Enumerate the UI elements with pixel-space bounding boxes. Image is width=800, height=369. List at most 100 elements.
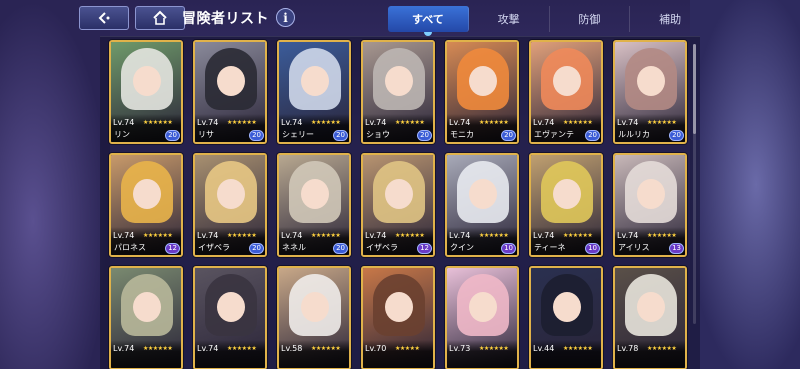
rank-badge: 12 <box>417 243 432 254</box>
character-name: リン <box>114 130 130 139</box>
character-face <box>637 292 665 322</box>
character-card[interactable]: Lv.74 ★★★★★★ ルルリカ 20 <box>613 40 687 144</box>
star-rating: ★★★★★★ <box>227 119 257 126</box>
character-face <box>385 66 413 96</box>
character-face <box>385 292 413 322</box>
character-face <box>133 292 161 322</box>
rank-badge: 20 <box>165 130 180 141</box>
character-card[interactable]: Lv.70 ★★★★★ <box>361 266 435 369</box>
star-rating: ★★★★★★ <box>563 345 593 352</box>
rank-badge: 13 <box>669 243 684 254</box>
character-name: イザベラ <box>366 243 398 252</box>
header-bar: 冒険者リスト i すべて 攻撃 防御 補助 <box>0 0 800 36</box>
character-name: アイリス <box>618 243 650 252</box>
character-card[interactable]: Lv.74 ★★★★★★ リサ 20 <box>193 40 267 144</box>
rank-badge: 20 <box>333 243 348 254</box>
character-face <box>637 179 665 209</box>
rank-badge: 10 <box>501 243 516 254</box>
character-name: ティーネ <box>534 243 566 252</box>
star-rating: ★★★★★★ <box>143 345 173 352</box>
character-face <box>469 66 497 96</box>
tab-attack[interactable]: 攻撃 <box>469 6 550 32</box>
character-face <box>637 66 665 96</box>
character-card[interactable]: Lv.44 ★★★★★★ <box>529 266 603 369</box>
filter-tabs: すべて 攻撃 防御 補助 <box>388 6 710 36</box>
rank-badge: 20 <box>585 130 600 141</box>
star-rating: ★★★★★★ <box>143 119 173 126</box>
character-card[interactable]: Lv.74 ★★★★★★ アイリス 13 <box>613 153 687 257</box>
character-name: エヴァンテ <box>534 130 574 139</box>
character-card[interactable]: Lv.74 ★★★★★★ モニカ 20 <box>445 40 519 144</box>
level-label: Lv.70 <box>365 344 387 353</box>
home-icon <box>153 10 167 25</box>
star-rating: ★★★★★★ <box>647 232 677 239</box>
character-card[interactable]: Lv.74 ★★★★★★ パロネス 12 <box>109 153 183 257</box>
rank-badge: 20 <box>249 243 264 254</box>
level-label: Lv.44 <box>533 344 555 353</box>
tab-support[interactable]: 補助 <box>630 6 710 32</box>
level-label: Lv.74 <box>113 118 135 127</box>
character-face <box>217 66 245 96</box>
info-icon[interactable]: i <box>276 8 295 27</box>
character-face <box>469 292 497 322</box>
home-button[interactable] <box>135 6 185 30</box>
character-face <box>133 66 161 96</box>
character-card[interactable]: Lv.74 ★★★★★★ エヴァンテ 20 <box>529 40 603 144</box>
character-card[interactable]: Lv.74 ★★★★★★ イザベラ 20 <box>193 153 267 257</box>
star-rating: ★★★★★★ <box>143 232 173 239</box>
back-arrow-icon <box>98 12 110 24</box>
character-card[interactable]: Lv.74 ★★★★★★ <box>109 266 183 369</box>
scrollbar[interactable] <box>693 44 696 324</box>
rank-badge: 10 <box>585 243 600 254</box>
character-face <box>301 179 329 209</box>
character-card[interactable]: Lv.74 ★★★★★★ クイン 10 <box>445 153 519 257</box>
character-card[interactable]: Lv.58 ★★★★★★ <box>277 266 351 369</box>
level-label: Lv.74 <box>197 231 219 240</box>
character-card[interactable]: Lv.74 ★★★★★★ ショウ 20 <box>361 40 435 144</box>
level-label: Lv.74 <box>365 231 387 240</box>
level-label: Lv.74 <box>113 344 135 353</box>
star-rating: ★★★★★★ <box>647 119 677 126</box>
character-card[interactable]: Lv.74 ★★★★★★ リン 20 <box>109 40 183 144</box>
character-card[interactable]: Lv.78 ★★★★★★ <box>613 266 687 369</box>
character-card[interactable]: Lv.74 ★★★★★★ イザベラ 12 <box>361 153 435 257</box>
character-name: モニカ <box>450 130 474 139</box>
star-rating: ★★★★★★ <box>563 119 593 126</box>
star-rating: ★★★★★★ <box>563 232 593 239</box>
character-name: パロネス <box>114 243 146 252</box>
character-face <box>553 179 581 209</box>
character-name: ショウ <box>366 130 390 139</box>
rank-badge: 20 <box>669 130 684 141</box>
background-right <box>690 0 800 369</box>
rank-badge: 12 <box>165 243 180 254</box>
star-rating: ★★★★★ <box>395 345 420 352</box>
level-label: Lv.74 <box>197 118 219 127</box>
character-card[interactable]: Lv.73 ★★★★★★ <box>445 266 519 369</box>
level-label: Lv.74 <box>617 118 639 127</box>
level-label: Lv.73 <box>449 344 471 353</box>
background-left <box>0 0 110 369</box>
character-face <box>301 292 329 322</box>
character-name: ルルリカ <box>618 130 650 139</box>
character-card[interactable]: Lv.74 ★★★★★★ シェリー 20 <box>277 40 351 144</box>
character-card[interactable]: Lv.74 ★★★★★★ <box>193 266 267 369</box>
character-name: シェリー <box>282 130 314 139</box>
character-face <box>301 66 329 96</box>
rank-badge: 20 <box>333 130 348 141</box>
back-button[interactable] <box>79 6 129 30</box>
scroll-thumb[interactable] <box>693 44 696 134</box>
character-face <box>217 292 245 322</box>
star-rating: ★★★★★★ <box>479 345 509 352</box>
level-label: Lv.74 <box>617 231 639 240</box>
tab-defense[interactable]: 防御 <box>550 6 631 32</box>
character-card[interactable]: Lv.74 ★★★★★★ ティーネ 10 <box>529 153 603 257</box>
tab-all[interactable]: すべて <box>388 6 469 36</box>
level-label: Lv.74 <box>365 118 387 127</box>
level-label: Lv.74 <box>113 231 135 240</box>
character-name: リサ <box>198 130 214 139</box>
character-face <box>385 179 413 209</box>
character-card[interactable]: Lv.74 ★★★★★★ ネネル 20 <box>277 153 351 257</box>
level-label: Lv.74 <box>449 118 471 127</box>
character-face <box>553 66 581 96</box>
star-rating: ★★★★★★ <box>311 232 341 239</box>
